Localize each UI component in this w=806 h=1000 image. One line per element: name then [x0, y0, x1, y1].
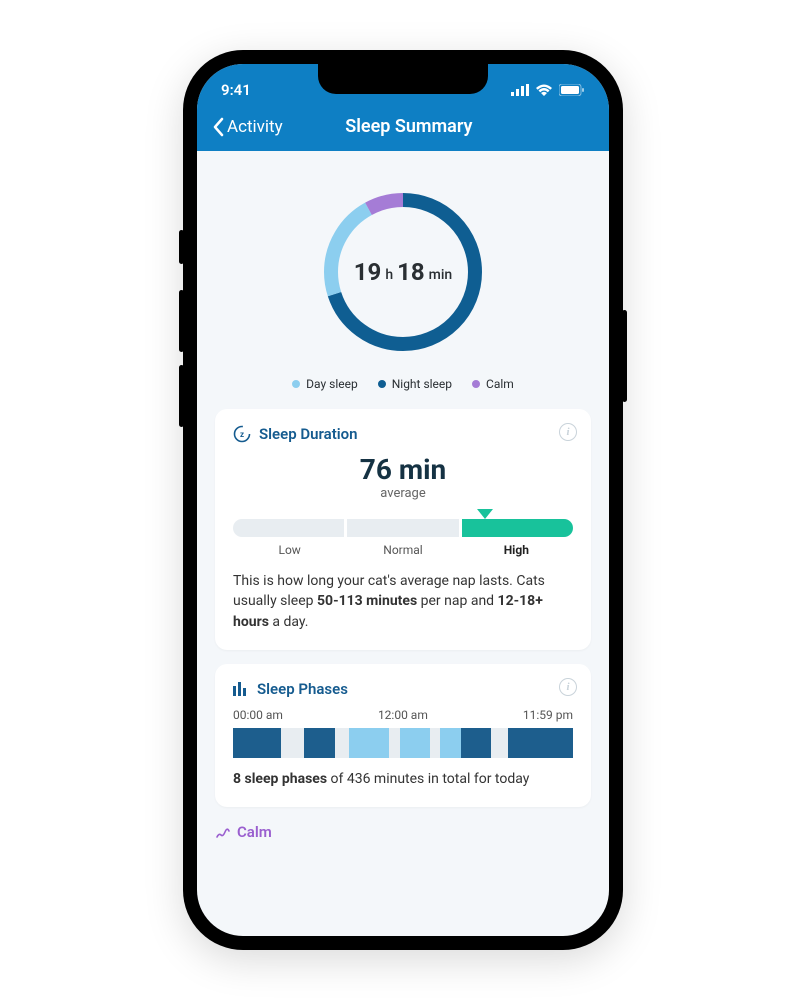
legend-calm: Calm	[472, 377, 514, 391]
gauge-labels: Low Normal High	[233, 543, 573, 557]
phase-segment	[491, 728, 508, 758]
status-time: 9:41	[221, 81, 251, 99]
ring-center: 19 h 18 min	[318, 187, 488, 357]
sleep-duration-card: i z Sleep Duration 76 min average Low No…	[215, 409, 591, 650]
phone-frame: 9:41 Activity Sleep Summary	[183, 50, 623, 950]
content[interactable]: 19 h 18 min Day sleep Night sleep Calm i…	[197, 151, 609, 841]
phase-segment	[440, 728, 460, 758]
battery-icon	[559, 84, 585, 96]
ring-minutes: 18	[397, 258, 425, 286]
legend-day: Day sleep	[292, 377, 358, 391]
gauge-normal: Normal	[346, 543, 459, 557]
gauge-segment	[347, 519, 458, 537]
status-icons	[511, 84, 585, 96]
calm-card-peek[interactable]: Calm	[215, 821, 591, 841]
legend-night: Night sleep	[378, 377, 452, 391]
gauge-segment	[233, 519, 344, 537]
gauge-marker-icon	[477, 509, 493, 519]
duration-description: This is how long your cat's average nap …	[233, 571, 573, 632]
card-title: Sleep Phases	[257, 680, 348, 698]
phase-segment	[304, 728, 335, 758]
phases-description: 8 sleep phases of 436 minutes in total f…	[233, 770, 573, 790]
card-title: Sleep Duration	[259, 425, 358, 443]
legend-label: Day sleep	[306, 377, 358, 391]
dot-icon	[378, 380, 386, 388]
card-header: Sleep Phases	[233, 680, 573, 698]
wifi-icon	[535, 84, 553, 96]
ring-h-unit: h	[385, 267, 393, 283]
nav-bar: Activity Sleep Summary	[197, 108, 609, 151]
svg-text:z: z	[240, 430, 244, 439]
gauge-high: High	[460, 543, 573, 557]
ring-m-unit: min	[429, 267, 453, 283]
phase-segment	[461, 728, 492, 758]
phase-segment	[508, 728, 573, 758]
phase-segment	[281, 728, 305, 758]
phase-segment	[233, 728, 281, 758]
calm-icon	[215, 825, 231, 839]
dot-icon	[292, 380, 300, 388]
phase-time-end: 11:59 pm	[523, 708, 573, 722]
volume-up-button	[179, 290, 184, 352]
volume-down-button	[179, 365, 184, 427]
dot-icon	[472, 380, 480, 388]
card-header: z Sleep Duration	[233, 425, 573, 443]
peek-title: Calm	[237, 823, 272, 841]
info-icon[interactable]: i	[559, 678, 577, 696]
info-icon[interactable]: i	[559, 423, 577, 441]
phase-segment	[389, 728, 399, 758]
cellular-icon	[511, 84, 529, 96]
phase-segment	[430, 728, 440, 758]
ring-hours: 19	[354, 258, 382, 286]
ring-legend: Day sleep Night sleep Calm	[215, 369, 591, 409]
screen: 9:41 Activity Sleep Summary	[197, 64, 609, 936]
phase-segment	[400, 728, 431, 758]
sleep-phases-card: i Sleep Phases 00:00 am 12:00 am 11:59 p…	[215, 664, 591, 808]
sleep-icon: z	[233, 425, 251, 443]
sleep-ring-chart: 19 h 18 min	[215, 167, 591, 369]
gauge-segment	[462, 519, 573, 537]
phases-icon	[233, 682, 249, 696]
phase-timeline	[233, 728, 573, 758]
legend-label: Calm	[486, 377, 514, 391]
power-button	[622, 310, 627, 402]
phase-times: 00:00 am 12:00 am 11:59 pm	[233, 708, 573, 722]
side-button	[179, 230, 184, 264]
notch	[318, 64, 488, 94]
gauge-low: Low	[233, 543, 346, 557]
legend-label: Night sleep	[392, 377, 452, 391]
phase-segment	[349, 728, 390, 758]
phase-time-start: 00:00 am	[233, 708, 283, 722]
phase-time-mid: 12:00 am	[378, 708, 428, 722]
duration-value: 76 min	[233, 453, 573, 486]
duration-gauge	[233, 519, 573, 537]
duration-sublabel: average	[233, 486, 573, 501]
page-title: Sleep Summary	[223, 116, 595, 137]
phase-segment	[335, 728, 349, 758]
